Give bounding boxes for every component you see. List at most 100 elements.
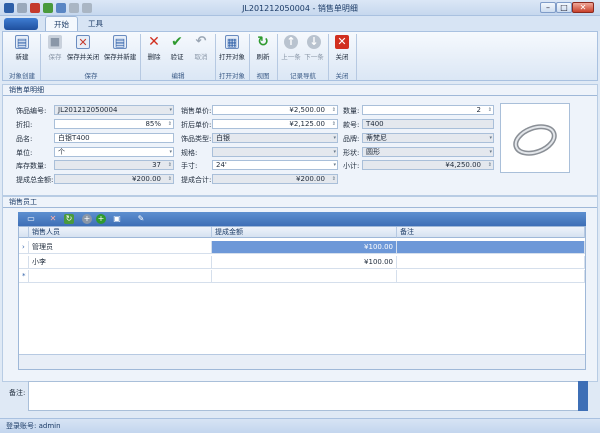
- spin-icon[interactable]: ⇕: [168, 120, 172, 128]
- tab-start[interactable]: 开始: [45, 16, 78, 31]
- shape-label: 形状:: [343, 149, 360, 157]
- dropdown-icon[interactable]: ▾: [333, 148, 336, 156]
- discount-field[interactable]: 85% ⇕: [54, 119, 174, 129]
- next-record-button[interactable]: ↓ 下一条: [303, 33, 325, 67]
- close-button[interactable]: ✕ 关闭: [331, 33, 353, 67]
- unit-value: 个: [58, 148, 65, 156]
- unit-field[interactable]: 个 ▾: [54, 147, 174, 157]
- dropdown-icon[interactable]: ▾: [333, 134, 336, 142]
- new-row-icon[interactable]: ▭: [26, 214, 36, 224]
- save-close-label: 保存并关闭: [66, 53, 100, 61]
- verify-button[interactable]: ✔ 验证: [166, 33, 188, 67]
- group-create-label: 对象创建: [9, 72, 35, 80]
- type-label: 饰品类型:: [181, 135, 212, 143]
- app-menu-button[interactable]: [4, 18, 38, 30]
- spin-icon[interactable]: ⇕: [168, 161, 172, 169]
- commission-total-field[interactable]: ¥200.00 ⇕: [212, 174, 338, 184]
- tab-tools[interactable]: 工具: [80, 16, 111, 31]
- name-field[interactable]: 白银T400: [54, 133, 174, 143]
- name-label: 品名:: [16, 135, 33, 143]
- delete-row-icon[interactable]: ✕: [48, 214, 58, 224]
- size-field[interactable]: 24' ▾: [212, 160, 338, 170]
- spin-icon[interactable]: ⇕: [168, 175, 172, 183]
- save-disk-icon: ■: [48, 35, 62, 49]
- dropdown-icon[interactable]: ▾: [489, 134, 492, 142]
- commission-total-amount-field[interactable]: ¥200.00 ⇕: [54, 174, 174, 184]
- row-indicator-icon[interactable]: ›: [19, 241, 29, 254]
- delete-button[interactable]: ✕ 删除: [143, 33, 165, 67]
- dropdown-icon[interactable]: ▾: [169, 106, 172, 114]
- save-close-button[interactable]: ✕ 保存并关闭: [66, 33, 100, 67]
- commission-total-label: 提成合计:: [181, 176, 212, 184]
- stock-label: 库存数量:: [16, 162, 47, 170]
- dropdown-icon[interactable]: ▾: [333, 161, 336, 169]
- ribbon-separator: [40, 34, 41, 80]
- group-edit-label: 编辑: [171, 72, 185, 80]
- spin-icon[interactable]: ⇕: [488, 161, 492, 169]
- model-field[interactable]: T400: [362, 119, 494, 129]
- new-row-person-cell[interactable]: [29, 270, 212, 283]
- open-object-button[interactable]: ▦ 打开对象: [217, 33, 247, 67]
- commission-total-value: ¥200.00: [296, 175, 325, 183]
- commission-total-amount-label: 提成总金额:: [16, 176, 54, 184]
- brand-field[interactable]: 蒂梵尼 ▾: [362, 133, 494, 143]
- quantity-field[interactable]: 2 ⇕: [362, 105, 494, 115]
- new-row-note-cell[interactable]: [397, 270, 585, 283]
- new-row-indicator-icon[interactable]: *: [19, 270, 29, 283]
- close-window-button[interactable]: ✕: [572, 2, 594, 13]
- model-value: T400: [366, 120, 384, 128]
- discount-label: 折扣:: [16, 121, 33, 129]
- new-button[interactable]: ▤ 新建: [8, 33, 36, 67]
- column-header-person[interactable]: 销售人员: [29, 227, 212, 238]
- group-nav-label: 记录导航: [290, 72, 316, 80]
- dropdown-icon[interactable]: ▾: [169, 148, 172, 156]
- table-row-person[interactable]: 管理员: [29, 241, 212, 254]
- add-record-icon[interactable]: +: [96, 214, 106, 224]
- row-indicator[interactable]: [19, 256, 29, 269]
- note-label: 备注:: [9, 389, 26, 397]
- edit-options-icon[interactable]: ✎: [136, 214, 146, 224]
- note-scrollbar[interactable]: [578, 381, 588, 411]
- code-field[interactable]: JL201212050004 ▾: [54, 105, 174, 115]
- grid-corner: [19, 227, 29, 238]
- spin-icon[interactable]: ⇕: [332, 175, 336, 183]
- sale-price-field[interactable]: ¥2,500.00 ⇕: [212, 105, 338, 115]
- add-disabled-icon[interactable]: +: [82, 214, 92, 224]
- column-header-amount[interactable]: 提成金额: [212, 227, 397, 238]
- save-new-button[interactable]: ▤ 保存并新建: [102, 33, 138, 67]
- commission-total-amount-value: ¥200.00: [132, 175, 161, 183]
- table-row-note[interactable]: [397, 241, 585, 254]
- quantity-value: 2: [476, 106, 481, 114]
- open-window-icon: ▦: [225, 35, 239, 49]
- column-header-note[interactable]: 备注: [397, 227, 585, 238]
- subtotal-field[interactable]: ¥4,250.00 ⇕: [362, 160, 494, 170]
- view-options-icon[interactable]: ▣: [112, 214, 122, 224]
- cancel-label: 取消: [194, 53, 208, 61]
- model-label: 款号:: [343, 121, 360, 129]
- name-value: 白银T400: [58, 134, 90, 142]
- refresh-button[interactable]: ↻ 刷新: [252, 33, 274, 67]
- maximize-button[interactable]: □: [556, 2, 572, 13]
- table-row-note[interactable]: [397, 256, 585, 269]
- spin-icon[interactable]: ⇕: [332, 120, 336, 128]
- note-textarea[interactable]: [28, 381, 588, 411]
- table-row-amount[interactable]: ¥100.00: [212, 241, 397, 254]
- dropdown-icon[interactable]: ▾: [489, 148, 492, 156]
- table-row-person[interactable]: 小李: [29, 256, 212, 269]
- shape-field[interactable]: 圆形 ▾: [362, 147, 494, 157]
- spin-icon[interactable]: ⇕: [488, 106, 492, 114]
- save-button[interactable]: ■ 保存: [44, 33, 66, 67]
- product-image[interactable]: [500, 103, 570, 173]
- stock-field[interactable]: 37 ⇕: [54, 160, 174, 170]
- minimize-button[interactable]: –: [540, 2, 556, 13]
- discount-price-field[interactable]: ¥2,125.00 ⇕: [212, 119, 338, 129]
- type-field[interactable]: 白银 ▾: [212, 133, 338, 143]
- spec-field[interactable]: ▾: [212, 147, 338, 157]
- prev-record-button[interactable]: ↑ 上一条: [280, 33, 302, 67]
- cancel-button[interactable]: ↶ 取消: [190, 33, 212, 67]
- subtotal-value: ¥4,250.00: [445, 161, 481, 169]
- table-row-amount[interactable]: ¥100.00: [212, 256, 397, 269]
- spin-icon[interactable]: ⇕: [332, 106, 336, 114]
- refresh-grid-icon[interactable]: ↻: [64, 214, 74, 224]
- new-row-amount-cell[interactable]: [212, 270, 397, 283]
